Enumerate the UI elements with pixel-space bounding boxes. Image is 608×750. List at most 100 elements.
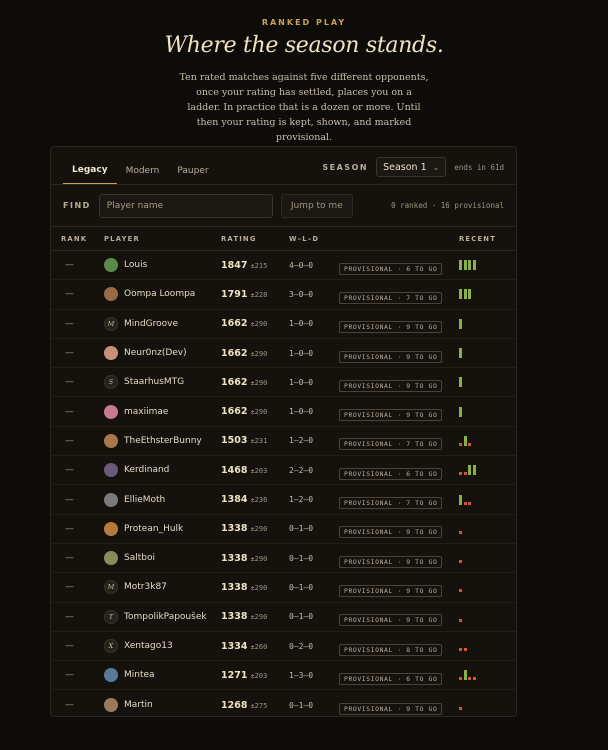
jump-to-me-button[interactable]: Jump to me — [280, 193, 353, 218]
recent-win-bar — [459, 318, 462, 329]
rating-deviation: ±290 — [250, 613, 268, 622]
status-cell: PROVISIONAL · 6 TO GO — [339, 666, 459, 685]
status-badge: PROVISIONAL · 7 TO GO — [339, 438, 443, 451]
status-cell: PROVISIONAL · 7 TO GO — [339, 490, 459, 510]
rating-value: 1271 — [221, 669, 248, 681]
table-row[interactable]: — Oompa Loompa 1791 ±228 3–0–0 PROVISIONAL · … — [51, 280, 516, 310]
recent-results-sparkline — [459, 494, 509, 505]
player-cell[interactable]: Protean_Hulk — [95, 521, 221, 536]
recent-loss-bar — [463, 501, 467, 505]
tab-pauper[interactable]: Pauper — [168, 166, 217, 184]
rating-cell: 1338 ±290 — [221, 553, 289, 564]
recent-win-bar — [472, 260, 476, 271]
table-row[interactable]: — Louis 1847 ±215 4–0–0 PROVISIONAL · 6 TO GO — [51, 251, 516, 281]
recent-win-bar — [468, 260, 471, 271]
status-badge: PROVISIONAL · 9 TO GO — [339, 584, 443, 597]
table-row[interactable]: — Saltboi 1338 ±290 0–1–0 PROVISIONAL · 9 TO … — [51, 544, 516, 574]
rating-cell: 1847 ±215 — [221, 260, 289, 271]
table-row[interactable]: — Kerdinand 1468 ±203 2–2–0 PROVISIONAL · 6 T… — [51, 456, 516, 486]
recent-results-sparkline — [459, 641, 509, 651]
ranked-counts: 0 ranked · 16 provisional — [391, 201, 504, 210]
avatar — [104, 463, 118, 478]
season-selected-value: Season 1 — [383, 161, 427, 173]
recent-loss-bar — [472, 677, 476, 681]
rating-deviation: ±275 — [250, 701, 268, 710]
avatar: S — [104, 375, 118, 390]
player-cell[interactable]: Saltboi — [95, 551, 221, 566]
player-name: Kerdinand — [124, 465, 170, 476]
rank-cell: — — [65, 260, 74, 271]
rating-value: 1338 — [221, 552, 248, 564]
player-cell[interactable]: EllieMoth — [95, 492, 221, 507]
table-row[interactable]: — T TompolikPapoušek 1338 ±290 0–1–0 PROVISION… — [51, 603, 516, 632]
table-row[interactable]: — Neur0nz(Dev) 1662 ±290 1–0–0 PROVISIONAL · … — [51, 339, 516, 369]
player-name: Saltboi — [124, 553, 155, 564]
table-row[interactable]: — Protean_Hulk 1338 ±290 0–1–0 PROVISIONAL · … — [51, 515, 516, 544]
player-name: Protean_Hulk — [124, 523, 184, 534]
recent-win-bar — [459, 348, 462, 359]
rank-cell: — — [65, 553, 74, 564]
status-cell: PROVISIONAL · 9 TO GO — [339, 578, 459, 597]
wld-cell: 0–1–0 — [289, 612, 314, 622]
season-select[interactable]: Season 1 ⌄ — [376, 157, 447, 177]
recent-loss-bar — [468, 677, 471, 681]
recent-results-sparkline — [459, 700, 509, 711]
column-recent: RECENT — [459, 234, 497, 243]
wld-cell: 1–0–0 — [289, 319, 314, 329]
recent-cell — [459, 348, 509, 359]
player-cell[interactable]: M MindGroove — [95, 316, 221, 331]
wld-cell: 4–0–0 — [289, 260, 314, 270]
player-cell[interactable]: M Motr3k87 — [95, 580, 221, 595]
player-name: Oompa Loompa — [124, 289, 196, 300]
table-row[interactable]: — EllieMoth 1384 ±236 1–2–0 PROVISIONAL · 7 T… — [51, 485, 516, 515]
player-search-input[interactable] — [98, 193, 273, 218]
rating-value: 1384 — [221, 494, 248, 506]
rating-cell: 1791 ±228 — [221, 289, 289, 300]
table-row[interactable]: — M Motr3k87 1338 ±290 0–1–0 PROVISIONAL · 9 T… — [51, 573, 516, 603]
recent-win-bar — [463, 260, 467, 271]
player-cell[interactable]: Martin — [95, 698, 221, 713]
wld-cell: 0–1–0 — [289, 524, 314, 534]
player-name: TheEthsterBunny — [124, 435, 202, 446]
rating-value: 1334 — [221, 640, 248, 652]
player-name: Martin — [124, 700, 153, 711]
column-rank: RANK — [61, 234, 88, 243]
player-cell[interactable]: Neur0nz(Dev) — [95, 346, 221, 361]
table-row[interactable]: — M MindGroove 1662 ±290 1–0–0 PROVISIONAL · 9… — [51, 310, 516, 339]
tab-modern[interactable]: Modern — [117, 166, 169, 184]
table-row[interactable]: — TheEthsterBunny 1503 ±231 1–2–0 PROVISIONAL… — [51, 427, 516, 457]
recent-results-sparkline — [459, 582, 509, 593]
status-badge: PROVISIONAL · 9 TO GO — [339, 702, 443, 715]
status-badge: PROVISIONAL · 9 TO GO — [339, 555, 443, 568]
table-row[interactable]: — X Xentago13 1334 ±260 0–2–0 PROVISIONAL · 8 … — [51, 632, 516, 662]
player-cell[interactable]: Mintea — [95, 668, 221, 683]
table-row[interactable]: — S StaarhusMTG 1662 ±290 1–0–0 PROVISIONAL · … — [51, 368, 516, 398]
player-cell[interactable]: X Xentago13 — [95, 639, 221, 653]
player-cell[interactable]: Louis — [95, 258, 221, 273]
table-row[interactable]: — Mintea 1271 ±203 1–3–0 PROVISIONAL · 6 TO G… — [51, 661, 516, 691]
rating-value: 1847 — [221, 259, 248, 271]
player-cell[interactable]: Oompa Loompa — [95, 287, 221, 302]
player-cell[interactable]: maxiimae — [95, 404, 221, 419]
player-cell[interactable]: T TompolikPapoušek — [95, 609, 221, 624]
rating-deviation: ±290 — [250, 408, 268, 417]
recent-loss-bar — [463, 472, 467, 476]
table-row[interactable]: — Martin 1268 ±275 0–1–0 PROVISIONAL · 9 TO G… — [51, 690, 516, 716]
rating-value: 1662 — [221, 406, 248, 418]
status-cell: PROVISIONAL · 7 TO GO — [339, 285, 459, 304]
table-row[interactable]: — maxiimae 1662 ±290 1–0–0 PROVISIONAL · 9 TO… — [51, 397, 516, 427]
season-control: SEASON Season 1 ⌄ ends in 61d — [322, 157, 504, 177]
player-cell[interactable]: TheEthsterBunny — [95, 433, 221, 448]
player-cell[interactable]: Kerdinand — [95, 463, 221, 478]
rating-cell: 1338 ±290 — [221, 611, 289, 622]
wld-cell: 3–0–0 — [289, 289, 314, 299]
tab-legacy[interactable]: Legacy — [63, 165, 117, 184]
format-tabs-bar: Legacy Modern Pauper SEASON Season 1 ⌄ e… — [51, 147, 516, 185]
recent-win-bar — [459, 260, 462, 271]
recent-results-sparkline — [459, 406, 509, 417]
avatar — [104, 433, 118, 448]
player-cell[interactable]: S StaarhusMTG — [95, 375, 221, 390]
rating-cell: 1662 ±290 — [221, 377, 289, 388]
avatar — [104, 521, 118, 536]
avatar — [104, 492, 118, 507]
